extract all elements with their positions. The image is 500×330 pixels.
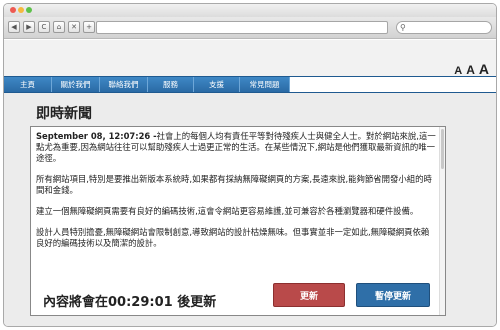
news-text: September 08, 12:07:26 -社會上的每個人均有責任平等對待殘… (36, 131, 436, 259)
update-button[interactable]: 更新 (273, 283, 345, 307)
pause-update-button[interactable]: 暫停更新 (356, 283, 430, 307)
close-window-button[interactable] (10, 7, 16, 13)
address-bar[interactable] (96, 21, 388, 34)
nav-filler (290, 77, 496, 92)
nav-item-home[interactable]: 主頁 (4, 77, 52, 92)
news-scrollbar[interactable] (439, 127, 445, 315)
font-size-large-button[interactable]: A (479, 61, 489, 77)
page-title: 即時新聞 (36, 106, 92, 122)
nav-item-faq[interactable]: 常見問題 (240, 77, 290, 92)
nav-item-contact[interactable]: 聯絡我們 (100, 77, 148, 92)
browser-toolbar: ◀ ▶ C ⌂ ✕ + ⚲ (4, 17, 496, 39)
main-content: 即時新聞 September 08, 12:07:26 -社會上的每個人均有責任… (4, 93, 496, 326)
nav-item-about[interactable]: 關於我們 (52, 77, 100, 92)
news-paragraph: 設計人員特別擔憂,無障礙網站會限制創意,導致網站的設計枯燥無味。但事實並非一定如… (36, 227, 430, 248)
news-panel: September 08, 12:07:26 -社會上的每個人均有責任平等對待殘… (30, 126, 446, 316)
new-tab-icon[interactable]: + (83, 21, 95, 33)
forward-icon[interactable]: ▶ (23, 21, 35, 33)
stop-icon[interactable]: ✕ (68, 21, 80, 33)
news-lead-paragraph: September 08, 12:07:26 -社會上的每個人均有責任平等對待殘… (36, 131, 436, 164)
scrollbar-thumb[interactable] (441, 129, 444, 169)
nav-item-services[interactable]: 服務 (148, 77, 194, 92)
back-icon[interactable]: ◀ (8, 21, 20, 33)
nav-item-support[interactable]: 支援 (194, 77, 240, 92)
maximize-window-button[interactable] (26, 7, 32, 13)
search-field[interactable]: ⚲ (396, 21, 492, 34)
update-countdown: 內容將會在00:29:01 後更新 (43, 295, 217, 310)
reload-icon[interactable]: C (38, 21, 50, 33)
search-icon: ⚲ (400, 23, 406, 32)
news-timestamp: September 08, 12:07:26 - (36, 131, 157, 141)
title-bar (4, 4, 496, 17)
font-size-controls: A A A (454, 61, 489, 77)
minimize-window-button[interactable] (18, 7, 24, 13)
browser-window: ◀ ▶ C ⌂ ✕ + ⚲ A A A 主頁 關於我們 聯絡我們 服務 支援 常… (3, 3, 497, 327)
news-paragraph: 建立一個無障礙網頁需要有良好的編碼技術,這會令網站更容易維護,並可兼容於各種瀏覽… (36, 206, 419, 216)
page-header: A A A (4, 40, 496, 77)
home-icon[interactable]: ⌂ (53, 21, 65, 33)
main-nav: 主頁 關於我們 聯絡我們 服務 支援 常見問題 (4, 76, 496, 93)
font-size-medium-button[interactable]: A (466, 63, 475, 77)
news-paragraph: 所有網站項目,特別是要推出新版本系統時,如果都有採納無障礙網頁的方案,長遠來說,… (36, 174, 432, 195)
